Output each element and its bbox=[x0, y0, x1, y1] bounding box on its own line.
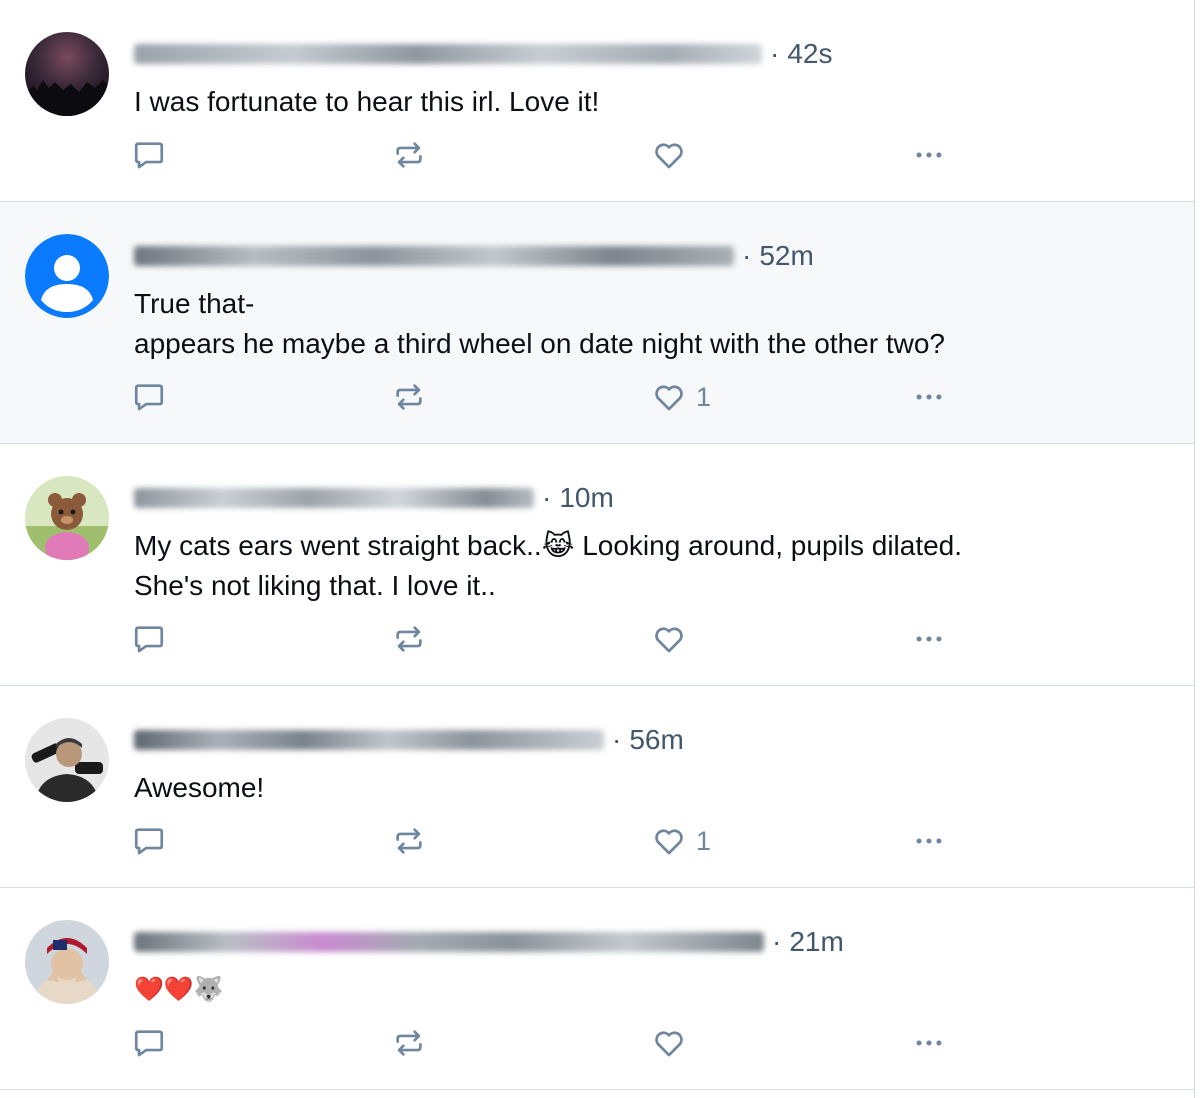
heart-icon bbox=[655, 385, 683, 411]
post-header: · 42s bbox=[134, 36, 832, 72]
post-item[interactable]: · 10m My cats ears went straight back..😹… bbox=[0, 444, 1194, 686]
repost-icon bbox=[396, 1030, 422, 1056]
avatar[interactable] bbox=[25, 920, 109, 1004]
avatar[interactable] bbox=[25, 234, 109, 318]
author-name[interactable] bbox=[134, 730, 604, 750]
post-text: ❤️❤️🐺 bbox=[134, 970, 1174, 1010]
like-count: 1 bbox=[696, 381, 712, 412]
repost-button[interactable] bbox=[392, 823, 426, 859]
post-timestamp[interactable]: 56m bbox=[629, 724, 683, 756]
post-text-line: I was fortunate to hear this irl. Love i… bbox=[134, 86, 600, 117]
reply-button[interactable] bbox=[132, 1025, 166, 1061]
more-options-button[interactable] bbox=[912, 137, 946, 173]
post-text-line: She's not liking that. I love it.. bbox=[134, 570, 496, 601]
post-timestamp[interactable]: 42s bbox=[787, 38, 832, 70]
post-text-line: appears he maybe a third wheel on date n… bbox=[134, 328, 945, 359]
post-text-line: Awesome! bbox=[134, 772, 265, 803]
repost-icon bbox=[396, 828, 422, 854]
repost-button[interactable] bbox=[392, 1025, 426, 1061]
post-header: · 21m bbox=[134, 924, 844, 960]
author-name[interactable] bbox=[134, 44, 762, 64]
reply-icon bbox=[134, 828, 164, 855]
post-text: My cats ears went straight back..😹 Looki… bbox=[134, 526, 1174, 606]
post-item[interactable]: · 42s I was fortunate to hear this irl. … bbox=[0, 0, 1194, 202]
post-text: True that- appears he maybe a third whee… bbox=[134, 284, 1174, 364]
like-button[interactable]: 1 bbox=[652, 823, 711, 859]
reply-icon bbox=[134, 384, 164, 411]
more-options-button[interactable] bbox=[912, 823, 946, 859]
post-header: · 10m bbox=[134, 480, 614, 516]
post-item[interactable]: · 56m Awesome! 1 bbox=[0, 686, 1194, 888]
more-options-button[interactable] bbox=[912, 1025, 946, 1061]
like-button[interactable] bbox=[652, 621, 696, 657]
post-text: Awesome! bbox=[134, 768, 1174, 808]
repost-button[interactable] bbox=[392, 137, 426, 173]
avatar[interactable] bbox=[25, 476, 109, 560]
repost-icon bbox=[396, 142, 422, 168]
meta-separator: · bbox=[772, 926, 782, 957]
avatar[interactable] bbox=[25, 718, 109, 802]
meta-separator: · bbox=[542, 482, 552, 513]
post-actions bbox=[132, 1025, 962, 1061]
author-name[interactable] bbox=[134, 488, 534, 508]
more-icon bbox=[916, 1040, 942, 1046]
author-name[interactable] bbox=[134, 246, 734, 266]
repost-icon bbox=[396, 384, 422, 410]
more-options-button[interactable] bbox=[912, 379, 946, 415]
like-button[interactable] bbox=[652, 137, 696, 173]
more-icon bbox=[916, 152, 942, 158]
repost-button[interactable] bbox=[392, 621, 426, 657]
meta-separator: · bbox=[742, 240, 752, 271]
like-button[interactable]: 1 bbox=[652, 379, 711, 415]
repost-icon bbox=[396, 626, 422, 652]
reply-button[interactable] bbox=[132, 379, 166, 415]
heart-icon bbox=[655, 627, 683, 653]
meta-separator: · bbox=[770, 38, 780, 69]
heart-icon bbox=[655, 143, 683, 169]
like-button[interactable] bbox=[652, 1025, 696, 1061]
reply-icon bbox=[134, 1030, 164, 1057]
more-icon bbox=[916, 838, 942, 844]
heart-icon bbox=[655, 1031, 683, 1057]
meta-separator: · bbox=[612, 724, 622, 755]
post-timestamp[interactable]: 21m bbox=[789, 926, 843, 958]
post-text-line: My cats ears went straight back..😹 Looki… bbox=[134, 530, 963, 561]
more-icon bbox=[916, 394, 942, 400]
post-text-line: ❤️❤️🐺 bbox=[134, 976, 224, 1003]
avatar[interactable] bbox=[25, 32, 109, 116]
reply-icon bbox=[134, 142, 164, 169]
like-count: 1 bbox=[696, 825, 712, 856]
thread-replies-feed: · 42s I was fortunate to hear this irl. … bbox=[0, 0, 1195, 1098]
post-header: · 56m bbox=[134, 722, 684, 758]
post-item[interactable]: · 21m ❤️❤️🐺 bbox=[0, 888, 1194, 1090]
post-item[interactable]: · 52m True that- appears he maybe a thir… bbox=[0, 202, 1194, 444]
post-actions: 1 bbox=[132, 379, 962, 415]
post-timestamp[interactable]: 10m bbox=[559, 482, 613, 514]
reply-icon bbox=[134, 626, 164, 653]
post-text: I was fortunate to hear this irl. Love i… bbox=[134, 82, 1174, 122]
post-actions bbox=[132, 621, 962, 657]
post-timestamp[interactable]: 52m bbox=[759, 240, 813, 272]
heart-icon bbox=[655, 829, 683, 855]
author-name[interactable] bbox=[134, 932, 764, 952]
repost-button[interactable] bbox=[392, 379, 426, 415]
reply-button[interactable] bbox=[132, 823, 166, 859]
reply-button[interactable] bbox=[132, 137, 166, 173]
post-text-line: True that- bbox=[134, 288, 255, 319]
post-header: · 52m bbox=[134, 238, 814, 274]
reply-button[interactable] bbox=[132, 621, 166, 657]
post-actions bbox=[132, 137, 962, 173]
more-icon bbox=[916, 636, 942, 642]
more-options-button[interactable] bbox=[912, 621, 946, 657]
post-actions: 1 bbox=[132, 823, 962, 859]
